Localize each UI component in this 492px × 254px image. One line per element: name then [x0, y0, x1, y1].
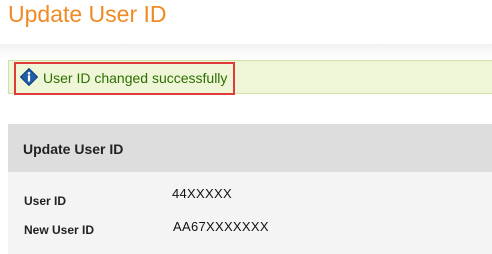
- panel-body: [8, 172, 492, 254]
- header-divider: [0, 44, 492, 60]
- new-user-id-value: AA67XXXXXXX: [173, 219, 269, 234]
- new-user-id-label: New User ID: [24, 223, 95, 237]
- user-id-value: 44XXXXX: [172, 186, 232, 201]
- page-title: Update User ID: [8, 1, 167, 27]
- user-id-label: User ID: [24, 194, 67, 208]
- alert-message: User ID changed successfully: [43, 70, 228, 86]
- panel-title: Update User ID: [23, 141, 124, 157]
- info-diamond-icon: [20, 68, 38, 86]
